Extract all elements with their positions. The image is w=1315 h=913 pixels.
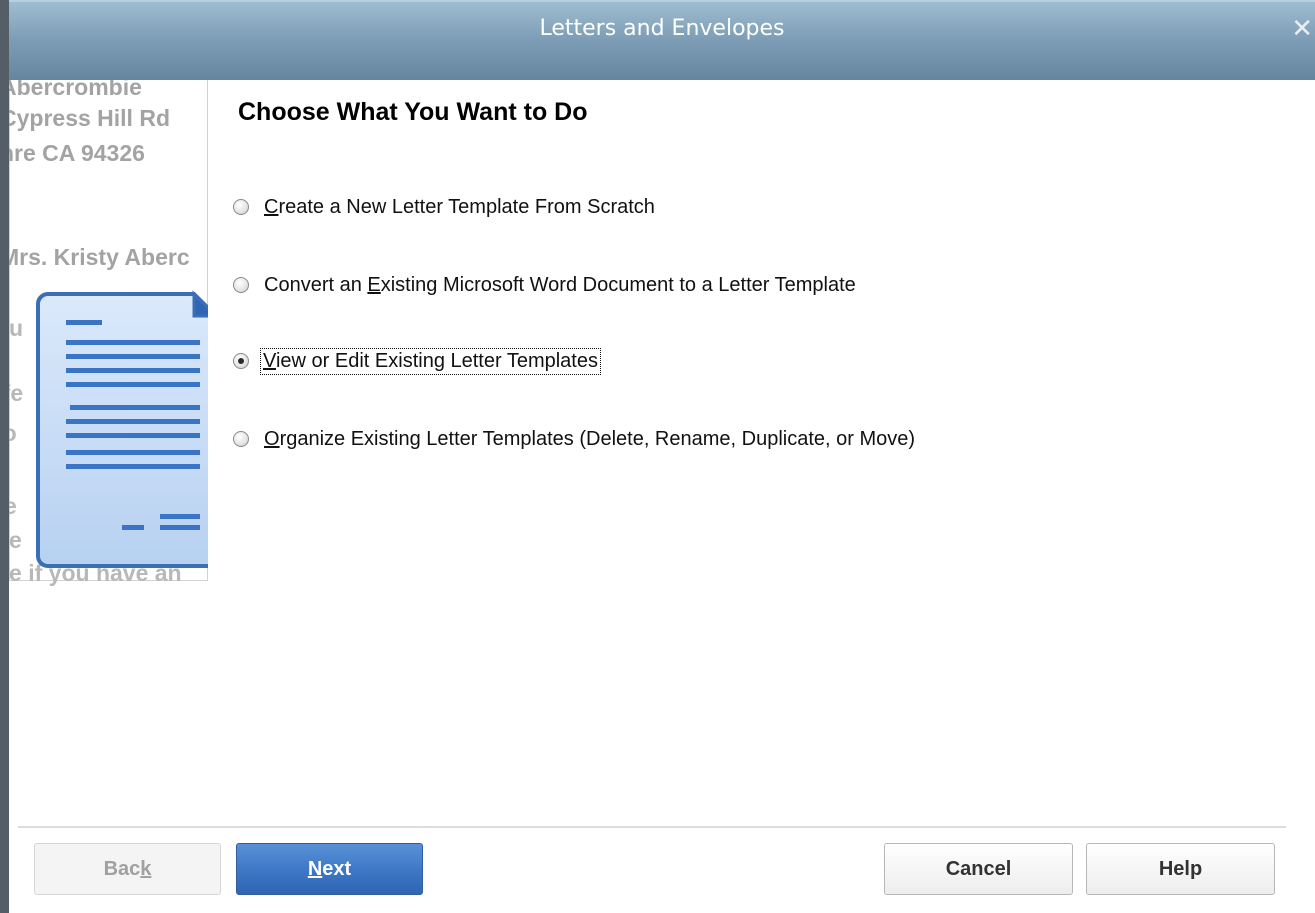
document-icon [36,290,208,568]
address-line: Cypress Hill Rd [9,105,170,131]
option-create-new-template[interactable]: Create a New Letter Template From Scratc… [233,192,655,222]
option-label[interactable]: View or Edit Existing Letter Templates [260,347,601,375]
help-button[interactable]: Help [1086,843,1275,895]
window-title: Letters and Envelopes [539,16,785,41]
body-fragment: re [9,493,17,519]
option-label[interactable]: Convert an Existing Microsoft Word Docum… [264,274,856,297]
footer-divider [18,826,1286,828]
option-convert-word-document[interactable]: Convert an Existing Microsoft Word Docum… [233,270,856,300]
cancel-button[interactable]: Cancel [884,843,1073,895]
window-left-border [0,0,9,913]
body-fragment: ou [9,315,24,341]
option-label[interactable]: Organize Existing Letter Templates (Dele… [264,428,915,451]
next-button[interactable]: Next [236,843,423,895]
back-button[interactable]: Bac k [34,843,221,895]
option-organize-templates[interactable]: Organize Existing Letter Templates (Dele… [233,424,915,454]
title-bar: Letters and Envelopes ✕ [9,0,1315,80]
body-fragment: to [9,420,17,446]
radio-button[interactable] [233,199,249,215]
radio-button[interactable] [233,277,249,293]
option-label[interactable]: Create a New Letter Template From Scratc… [264,196,655,219]
body-fragment: ffe [9,380,24,406]
salutation-line: Mrs. Kristy Aberc [9,244,190,270]
address-line: Аbercrombie [9,80,142,100]
address-line: nre CA 94326 [9,140,145,166]
radio-button[interactable] [233,431,249,447]
page-heading: Choose What You Want to Do [238,98,588,126]
close-icon[interactable]: ✕ [1291,14,1313,44]
radio-button-selected[interactable] [233,353,249,369]
letter-illustration: Аbercrombie Cypress Hill Rd nre CA 94326… [9,80,208,586]
option-view-edit-templates[interactable]: View or Edit Existing Letter Templates [233,346,601,376]
body-fragment: he [9,527,22,553]
